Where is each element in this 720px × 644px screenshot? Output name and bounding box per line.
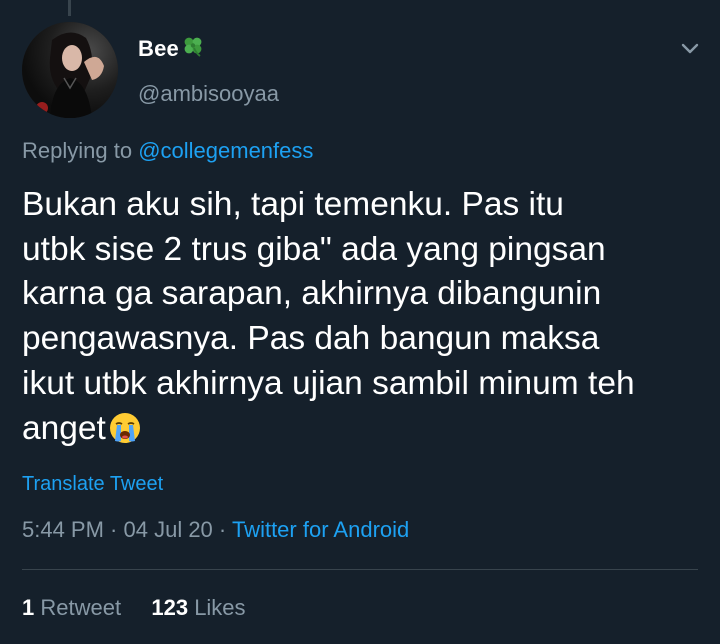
meta-separator: · — [103, 517, 124, 542]
avatar-photo — [22, 22, 118, 118]
tweet-detail: Bee @ambisooyaa Replying to @collegemenf… — [0, 0, 720, 644]
avatar[interactable] — [22, 22, 118, 118]
tweet-text-line: ikut utbk akhirnya ujian sambil minum te… — [22, 364, 635, 402]
divider — [22, 569, 698, 570]
tweet-metadata: 5:44 PM · 04 Jul 20 · Twitter for Androi… — [22, 517, 409, 543]
retweets-stat[interactable]: 1 Retweet — [22, 595, 121, 621]
four-leaf-clover-icon — [181, 34, 205, 58]
thread-connector-line — [68, 0, 71, 16]
tweet-text-line: karna ga sarapan, akhirnya dibangunin — [22, 275, 602, 313]
translate-tweet-link[interactable]: Translate Tweet — [22, 473, 163, 496]
tweet-date: 04 Jul 20 — [123, 517, 213, 542]
retweets-label: Retweet — [40, 595, 122, 620]
replying-to-label: Replying to — [22, 138, 139, 163]
likes-label: Likes — [194, 595, 246, 620]
tweet-text-line: utbk sise 2 trus giba" ada yang pingsan — [22, 230, 606, 268]
tweet-text-line: anget — [22, 409, 106, 447]
loudly-crying-face-icon — [108, 411, 142, 445]
reply-mention-link[interactable]: @collegemenfess — [138, 138, 313, 163]
meta-separator: · — [212, 517, 232, 542]
tweet-text: Bukan aku sih, tapi temenku. Pas itu utb… — [22, 183, 712, 451]
tweet-text-line: pengawasnya. Pas dah bangun maksa — [22, 320, 600, 358]
likes-count: 123 — [151, 595, 189, 620]
engagement-stats: 1 Retweet 123 Likes — [22, 595, 246, 621]
likes-stat[interactable]: 123 Likes — [151, 595, 245, 621]
tweet-source-link[interactable]: Twitter for Android — [232, 517, 409, 542]
replying-to-line: Replying to @collegemenfess — [22, 138, 313, 164]
retweets-count: 1 — [22, 595, 35, 620]
tweet-time: 5:44 PM — [22, 517, 104, 542]
author-handle[interactable]: @ambisooyaa — [138, 81, 279, 107]
author-name-text: Bee — [138, 36, 179, 61]
tweet-text-last-line: anget — [22, 407, 712, 452]
chevron-down-icon[interactable] — [676, 36, 704, 60]
tweet-text-line: Bukan aku sih, tapi temenku. Pas itu — [22, 186, 564, 223]
author-display-name[interactable]: Bee — [138, 36, 205, 62]
